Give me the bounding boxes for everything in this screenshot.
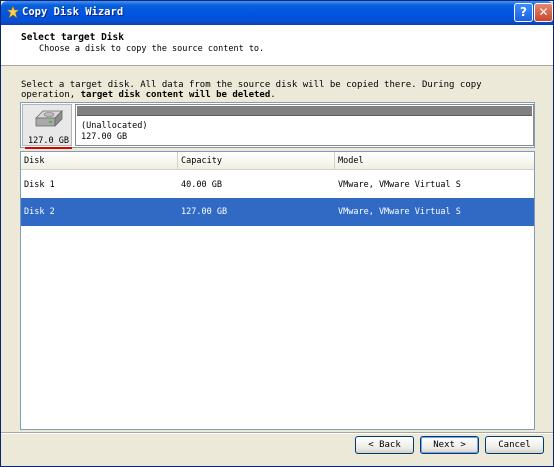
copy-disk-wizard-window: Copy Disk Wizard ? ✕ Select target Disk … (0, 0, 554, 467)
list-header: Disk Capacity Model (21, 152, 534, 170)
window-title: Copy Disk Wizard (22, 6, 124, 18)
cell-capacity: 127.00 GB (181, 207, 228, 217)
title-bar[interactable]: Copy Disk Wizard ? ✕ (1, 1, 553, 25)
back-button[interactable]: < Back (355, 436, 414, 454)
disk-thumbnail[interactable]: 127.0 GB (22, 104, 72, 149)
partition-size: 127.00 GB (81, 132, 128, 142)
page-title: Select target Disk (21, 32, 124, 43)
partition-unallocated[interactable]: (Unallocated) 127.00 GB (75, 104, 534, 146)
column-header-model[interactable]: Model (335, 152, 534, 170)
instructions-warning: target disk content will be deleted (80, 90, 271, 100)
table-row-selected[interactable]: Disk 2 127.00 GB VMware, VMware Virtual … (21, 198, 534, 226)
cell-capacity: 40.00 GB (181, 180, 222, 190)
table-row[interactable]: Disk 1 40.00 GB VMware, VMware Virtual S (21, 171, 534, 199)
wizard-header: Select target Disk Choose a disk to copy… (1, 25, 553, 66)
next-button[interactable]: Next > (420, 436, 479, 454)
hard-disk-icon (35, 110, 63, 127)
selected-disk-indicator (25, 147, 72, 149)
cell-disk: Disk 2 (24, 207, 55, 217)
instructions-text: Select a target disk. All data from the … (21, 80, 541, 100)
cell-model: VMware, VMware Virtual S (338, 180, 461, 190)
disk-list[interactable]: Disk Capacity Model Disk 1 40.00 GB VMwa… (20, 151, 535, 430)
cell-disk: Disk 1 (24, 180, 55, 190)
disk-map: 127.0 GB (Unallocated) 127.00 GB (20, 102, 535, 149)
page-subtitle: Choose a disk to copy the source content… (39, 44, 265, 54)
column-header-disk[interactable]: Disk (21, 152, 178, 170)
partition-usage-bar (77, 106, 532, 116)
disk-size-label: 127.0 GB (28, 136, 69, 146)
wizard-icon (7, 6, 19, 18)
footer-divider (1, 432, 553, 434)
close-button[interactable]: ✕ (534, 3, 553, 22)
cancel-button[interactable]: Cancel (485, 436, 544, 454)
cell-model: VMware, VMware Virtual S (338, 207, 461, 217)
partition-label: (Unallocated) (81, 121, 148, 131)
instructions-end: . (270, 90, 276, 100)
help-button[interactable]: ? (514, 3, 533, 22)
column-header-capacity[interactable]: Capacity (178, 152, 335, 170)
